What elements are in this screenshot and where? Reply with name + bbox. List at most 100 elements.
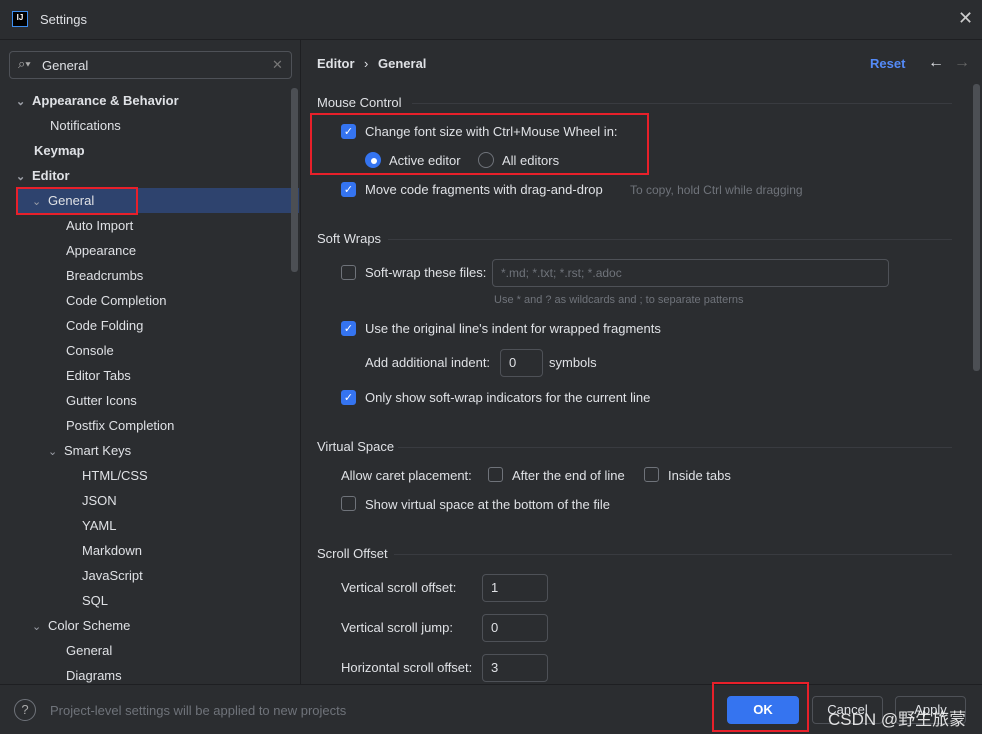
breadcrumb-separator: › <box>364 56 369 71</box>
section-virtual-space: Virtual Space <box>317 439 395 454</box>
tree-item[interactable]: Keymap <box>0 138 290 163</box>
bottom-space-label: Show virtual space at the bottom of the … <box>365 497 610 512</box>
reset-link[interactable]: Reset <box>870 56 905 71</box>
tree-item-label: Markdown <box>82 543 142 558</box>
tree-item[interactable]: Postfix Completion <box>0 413 290 438</box>
soft-wrap-hint: Use * and ? as wildcards and ; to separa… <box>494 294 744 306</box>
tree-item-label: Diagrams <box>66 668 122 683</box>
v-offset-input[interactable]: 1 <box>482 574 548 602</box>
tree-item-label: HTML/CSS <box>82 468 148 483</box>
footer: ? Project-level settings will be applied… <box>0 682 982 734</box>
v-jump-label: Vertical scroll jump: <box>341 620 453 635</box>
tree-item[interactable]: SQL <box>0 588 290 613</box>
settings-tree: ⌄ Appearance & Behavior Notifications Keyma… <box>0 88 300 683</box>
tree-item-label: Smart Keys <box>64 443 132 458</box>
tree-item[interactable]: ⌄ Smart Keys <box>0 438 290 463</box>
original-indent-label: Use the original line's indent for wrapp… <box>365 321 661 336</box>
tree-item[interactable]: Breadcrumbs <box>0 263 290 288</box>
tree-item-label: Code Folding <box>66 318 144 333</box>
search-input[interactable]: General <box>42 58 88 73</box>
highlight-box <box>310 113 649 175</box>
tree-item[interactable]: Notifications <box>0 113 290 138</box>
window-title: Settings <box>40 12 87 27</box>
forward-arrow-icon[interactable]: → <box>954 54 970 72</box>
search-icon: ⌕▾ <box>18 56 31 71</box>
tree-item[interactable]: Gutter Icons <box>0 388 290 413</box>
tree-item[interactable]: ⌄ Appearance & Behavior <box>0 88 290 113</box>
chevron-down-icon[interactable]: ⌄ <box>32 615 48 640</box>
add-indent-input[interactable]: 0 <box>500 349 543 377</box>
h-offset-label: Horizontal scroll offset: <box>341 660 473 675</box>
drag-drop-label: Move code fragments with drag-and-drop <box>365 182 603 197</box>
original-indent-checkbox[interactable]: ✓ <box>341 321 356 336</box>
tree-item-label: Keymap <box>34 143 85 158</box>
tree-item[interactable]: Editor Tabs <box>0 363 290 388</box>
tree-item-label: JavaScript <box>82 568 143 583</box>
tree-item[interactable]: Console <box>0 338 290 363</box>
chevron-down-icon[interactable]: ⌄ <box>48 440 64 465</box>
tree-item[interactable]: JSON <box>0 488 290 513</box>
highlight-box <box>712 682 809 732</box>
tree-item[interactable]: Appearance <box>0 238 290 263</box>
tree-item[interactable]: HTML/CSS <box>0 463 290 488</box>
tree-item-label: Color Scheme <box>48 618 131 633</box>
after-end-checkbox[interactable] <box>488 467 503 482</box>
symbols-label: symbols <box>549 355 597 370</box>
v-offset-label: Vertical scroll offset: <box>341 580 457 595</box>
footer-note: Project-level settings will be applied t… <box>50 703 347 718</box>
section-mouse-control: Mouse Control <box>317 95 402 110</box>
tree-item-label: Gutter Icons <box>66 393 137 408</box>
back-arrow-icon[interactable]: ← <box>928 54 944 72</box>
inside-tabs-label: Inside tabs <box>668 468 731 483</box>
chevron-down-icon[interactable]: ⌄ <box>16 90 32 115</box>
tree-item-label: JSON <box>82 493 117 508</box>
bottom-space-checkbox[interactable] <box>341 496 356 511</box>
tree-item-label: General <box>66 643 113 658</box>
tree-item[interactable]: ⌄ Editor <box>0 163 290 188</box>
tree-item[interactable]: ⌄ Color Scheme <box>0 613 290 638</box>
tree-item-label: SQL <box>82 593 109 608</box>
drag-drop-checkbox[interactable]: ✓ <box>341 182 356 197</box>
tree-item[interactable]: General <box>0 638 290 663</box>
tree-item-label: Notifications <box>50 118 121 133</box>
watermark: CSDN @野生旅蒙 <box>828 710 967 729</box>
highlight-box <box>16 187 138 215</box>
tree-item[interactable]: YAML <box>0 513 290 538</box>
content-scrollbar[interactable] <box>973 84 980 371</box>
tree-item-label: Postfix Completion <box>66 418 175 433</box>
soft-wrap-files-input[interactable]: *.md; *.txt; *.rst; *.adoc <box>492 259 889 287</box>
tree-item-label: Editor <box>32 168 70 183</box>
caret-label: Allow caret placement: <box>341 468 472 483</box>
breadcrumb-general: General <box>378 56 427 71</box>
add-indent-label: Add additional indent: <box>365 355 491 370</box>
tree-item-label: Auto Import <box>66 218 134 233</box>
only-show-label: Only show soft-wrap indicators for the c… <box>365 390 651 405</box>
inside-tabs-checkbox[interactable] <box>644 467 659 482</box>
tree-item-label: Console <box>66 343 114 358</box>
soft-wrap-checkbox[interactable] <box>341 265 356 280</box>
tree-item-label: YAML <box>82 518 117 533</box>
close-icon[interactable]: ✕ <box>958 8 973 29</box>
tree-item-label: Appearance <box>66 243 137 258</box>
h-offset-input[interactable]: 3 <box>482 654 548 682</box>
section-scroll-offset: Scroll Offset <box>317 546 388 561</box>
after-end-label: After the end of line <box>512 468 625 483</box>
tree-item-label: Code Completion <box>66 293 167 308</box>
clear-icon[interactable]: ✕ <box>272 57 283 73</box>
tree-item[interactable]: Code Completion <box>0 288 290 313</box>
v-jump-input[interactable]: 0 <box>482 614 548 642</box>
help-icon[interactable]: ? <box>14 699 36 721</box>
tree-item[interactable]: Auto Import <box>0 213 290 238</box>
tree-scrollbar[interactable] <box>291 88 298 272</box>
settings-search[interactable]: ⌕▾ General ✕ <box>9 51 292 79</box>
section-soft-wraps: Soft Wraps <box>317 231 382 246</box>
soft-wrap-label: Soft-wrap these files: <box>365 265 487 280</box>
tree-item[interactable]: Markdown <box>0 538 290 563</box>
only-show-checkbox[interactable]: ✓ <box>341 390 356 405</box>
tree-item-label: Editor Tabs <box>66 368 131 383</box>
breadcrumb-editor[interactable]: Editor <box>317 56 355 71</box>
tree-item-label: Appearance & Behavior <box>32 93 179 108</box>
title-bar: IJ Settings ✕ <box>0 0 982 40</box>
tree-item[interactable]: Code Folding <box>0 313 290 338</box>
tree-item[interactable]: JavaScript <box>0 563 290 588</box>
